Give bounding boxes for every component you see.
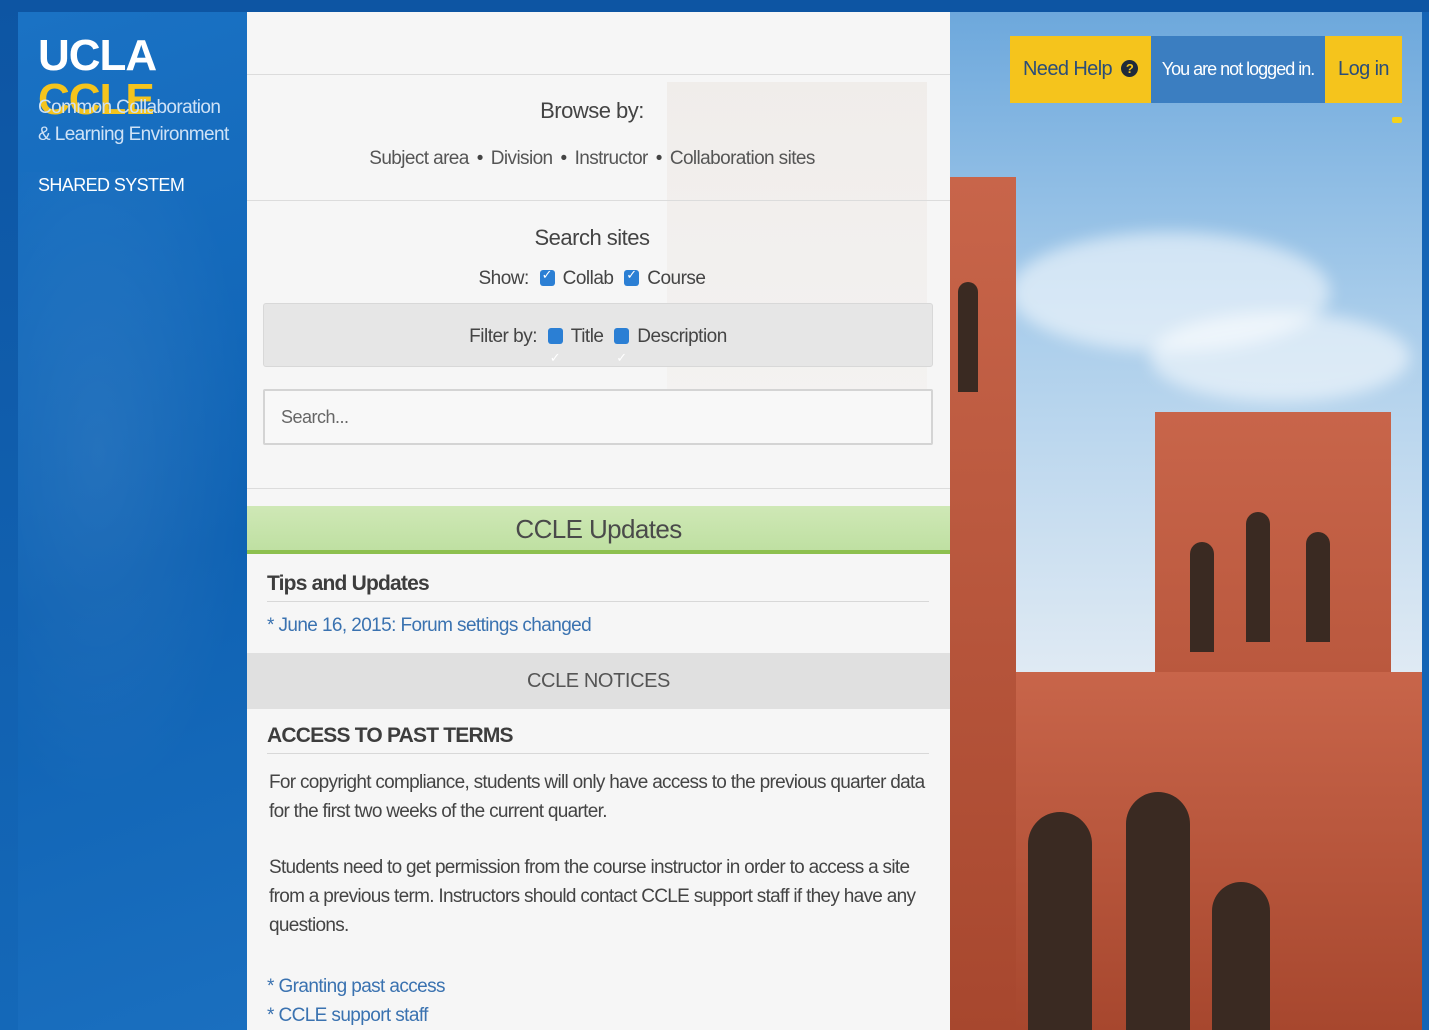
access-heading: ACCESS TO PAST TERMS: [267, 724, 514, 747]
need-help-label: Need Help: [1022, 58, 1113, 80]
question-icon: ?: [1121, 60, 1139, 77]
bullet-separator: •: [655, 148, 663, 169]
course-checkbox[interactable]: [624, 268, 640, 286]
description-filter-label[interactable]: Description: [637, 326, 727, 347]
page-edge: [1422, 12, 1429, 1030]
divider: [247, 74, 950, 75]
course-label[interactable]: Course: [647, 268, 706, 289]
browse-links: Subject area • Division • Instructor • Collabo…: [247, 148, 937, 170]
facade-arch: [1028, 812, 1092, 1030]
brand-tagline: Common Collaboration & Learning Environm…: [38, 94, 229, 148]
forum-settings-link[interactable]: * June 16, 2015: Forum settings changed: [267, 615, 592, 637]
ccle-support-staff-link[interactable]: * CCLE support staff: [267, 1001, 445, 1030]
title-checkbox[interactable]: [547, 326, 563, 392]
brand-sidebar: UCLA CCLE Common Collaboration & Learnin…: [18, 12, 247, 1030]
browse-subject-area-link[interactable]: Subject area: [369, 148, 469, 169]
filter-options: Filter by: Title Description: [263, 303, 933, 392]
system-label: SHARED SYSTEM: [38, 175, 185, 195]
divider: [247, 488, 950, 489]
logo-ucla-text: UCLA: [38, 31, 156, 80]
divider: [267, 753, 929, 754]
login-button[interactable]: Log in: [1325, 36, 1402, 103]
description-checkbox[interactable]: [614, 326, 630, 392]
need-help-button[interactable]: Need Help ?: [1010, 36, 1151, 103]
campus-hero-image: [950, 12, 1422, 1030]
facade-arch: [1126, 792, 1190, 1030]
bullet-separator: •: [560, 148, 568, 169]
browse-instructor-link[interactable]: Instructor: [575, 148, 649, 169]
filter-label: Filter by:: [469, 326, 538, 347]
notice-links: * Granting past access * CCLE support st…: [267, 972, 446, 1030]
browse-collaboration-sites-link[interactable]: Collaboration sites: [670, 148, 816, 169]
main-panel: Browse by: Subject area • Division • Instruc…: [247, 12, 950, 1030]
tips-heading: Tips and Updates: [267, 572, 430, 595]
collab-checkbox[interactable]: [539, 268, 555, 286]
divider: [267, 601, 929, 602]
bullet-separator: •: [476, 148, 484, 169]
tower-window: [1190, 542, 1214, 652]
tagline-line-2: & Learning Environment: [38, 124, 229, 145]
tower-window: [1306, 532, 1330, 642]
tower-window: [1246, 512, 1270, 642]
decorative-marker: [1392, 117, 1402, 123]
ccle-notices-header: CCLE NOTICES: [247, 653, 950, 709]
show-label: Show:: [478, 268, 530, 289]
search-input[interactable]: [263, 389, 933, 445]
title-filter-label[interactable]: Title: [571, 326, 604, 347]
browse-division-link[interactable]: Division: [491, 148, 553, 169]
cloud-shape: [1150, 312, 1410, 402]
tagline-line-1: Common Collaboration: [38, 97, 221, 118]
search-title: Search sites: [534, 225, 650, 250]
collab-label[interactable]: Collab: [563, 268, 614, 289]
facade-arch: [1212, 882, 1270, 1030]
show-options: Show: Collab Course: [247, 268, 937, 290]
divider: [247, 200, 950, 201]
login-status: You are not logged in.: [1151, 36, 1325, 103]
browse-title: Browse by:: [540, 98, 644, 123]
granting-past-access-link[interactable]: * Granting past access: [267, 972, 446, 1001]
ccle-updates-header: CCLE Updates: [247, 506, 950, 554]
notice-paragraph-2: Students need to get permission from the…: [269, 857, 916, 936]
tower-window: [958, 282, 978, 392]
notice-paragraph-1: For copyright compliance, students will …: [269, 772, 925, 822]
